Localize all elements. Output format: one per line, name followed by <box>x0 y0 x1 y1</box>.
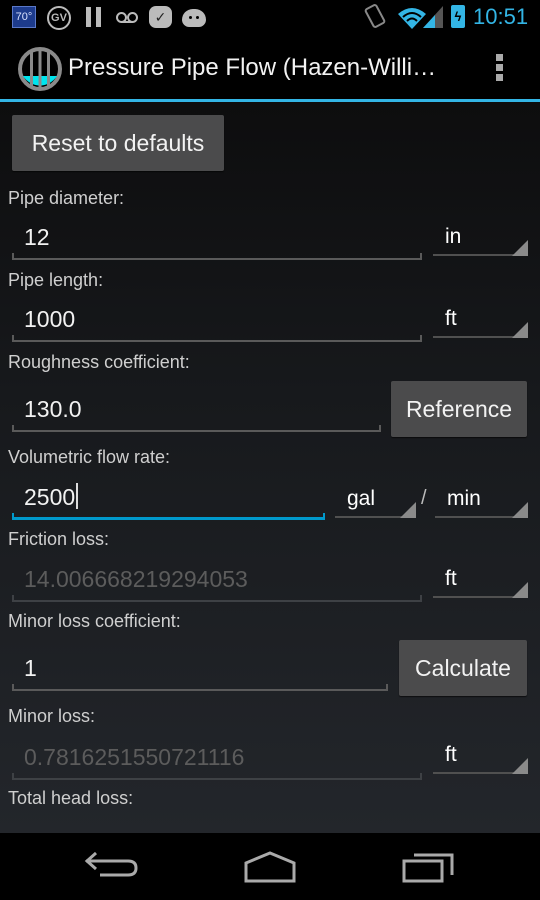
calculate-button[interactable]: Calculate <box>399 640 527 696</box>
battery-charging-icon: ϟ <box>451 5 465 28</box>
google-voice-icon: GV <box>47 6 71 30</box>
friction-loss-unit-spinner[interactable]: ft <box>433 554 528 598</box>
pipe-length-unit-spinner[interactable]: ft <box>433 294 528 338</box>
dropdown-arrow-icon <box>512 758 528 774</box>
pause-icon <box>86 6 102 30</box>
dropdown-arrow-icon <box>512 240 528 256</box>
clock: 10:51 <box>473 4 529 29</box>
app-title: Pressure Pipe Flow (Hazen-Willi… <box>68 54 437 81</box>
roughness-label: Roughness coefficient: <box>8 352 190 372</box>
text-cursor <box>76 483 79 509</box>
unit-separator: / <box>421 487 427 509</box>
pipe-length-value: 1000 <box>24 306 76 332</box>
minor-loss-coefficient-input[interactable]: 1 <box>12 643 388 691</box>
minor-loss-output: 0.7816251550721116 <box>12 732 422 780</box>
flow-rate-input[interactable]: 2500 <box>12 472 325 520</box>
android-icon <box>182 9 206 27</box>
flow-time-unit: min <box>447 487 481 510</box>
flow-rate-value: 2500 <box>24 484 76 510</box>
home-icon[interactable] <box>240 847 300 887</box>
pipe-length-label: Pipe length: <box>8 270 104 290</box>
minor-loss-coefficient-value: 1 <box>24 655 37 681</box>
dropdown-arrow-icon <box>512 582 528 598</box>
pipe-diameter-label: Pipe diameter: <box>8 188 125 208</box>
flow-rate-label: Volumetric flow rate: <box>8 447 171 467</box>
voicemail-icon <box>116 12 138 23</box>
roughness-input[interactable]: 130.0 <box>12 384 381 432</box>
reference-button[interactable]: Reference <box>391 381 527 437</box>
friction-loss-label: Friction loss: <box>8 529 110 549</box>
tasks-check-icon: ✓ <box>149 6 172 28</box>
status-bar: 70° GV ✓ ϟ 10:51 <box>0 0 540 36</box>
minor-loss-value: 0.7816251550721116 <box>24 744 245 770</box>
flow-volume-unit: gal <box>347 487 376 510</box>
friction-loss-unit: ft <box>445 567 457 590</box>
weather-icon: 70° <box>12 6 36 28</box>
vibrate-icon <box>363 3 387 29</box>
pipe-diameter-value: 12 <box>24 224 50 250</box>
friction-loss-output: 14.006668219294053 <box>12 554 422 602</box>
flow-volume-unit-spinner[interactable]: gal <box>335 474 416 518</box>
app-logo-icon <box>18 47 62 91</box>
pipe-diameter-input[interactable]: 12 <box>12 212 422 260</box>
pipe-length-unit: ft <box>445 307 457 330</box>
flow-time-unit-spinner[interactable]: min <box>435 474 528 518</box>
overflow-menu-icon[interactable] <box>490 52 510 84</box>
pipe-diameter-unit: in <box>445 225 462 248</box>
friction-loss-value: 14.006668219294053 <box>24 566 248 592</box>
back-icon[interactable] <box>82 847 142 887</box>
total-head-loss-label: Total head loss: <box>8 788 134 808</box>
recent-apps-icon[interactable] <box>398 847 458 887</box>
cell-signal-icon <box>423 6 443 28</box>
reset-defaults-button[interactable]: Reset to defaults <box>12 115 224 171</box>
dropdown-arrow-icon <box>400 502 416 518</box>
minor-loss-coefficient-label: Minor loss coefficient: <box>8 611 181 631</box>
minor-loss-label: Minor loss: <box>8 706 96 726</box>
minor-loss-unit-spinner[interactable]: ft <box>433 730 528 774</box>
dropdown-arrow-icon <box>512 322 528 338</box>
minor-loss-unit: ft <box>445 743 457 766</box>
calculator-form: Reset to defaults Pipe diameter: 12 in P… <box>0 102 540 833</box>
roughness-value: 130.0 <box>24 396 82 422</box>
pipe-length-input[interactable]: 1000 <box>12 294 422 342</box>
pipe-diameter-unit-spinner[interactable]: in <box>433 212 528 256</box>
dropdown-arrow-icon <box>512 502 528 518</box>
navigation-bar <box>0 833 540 900</box>
